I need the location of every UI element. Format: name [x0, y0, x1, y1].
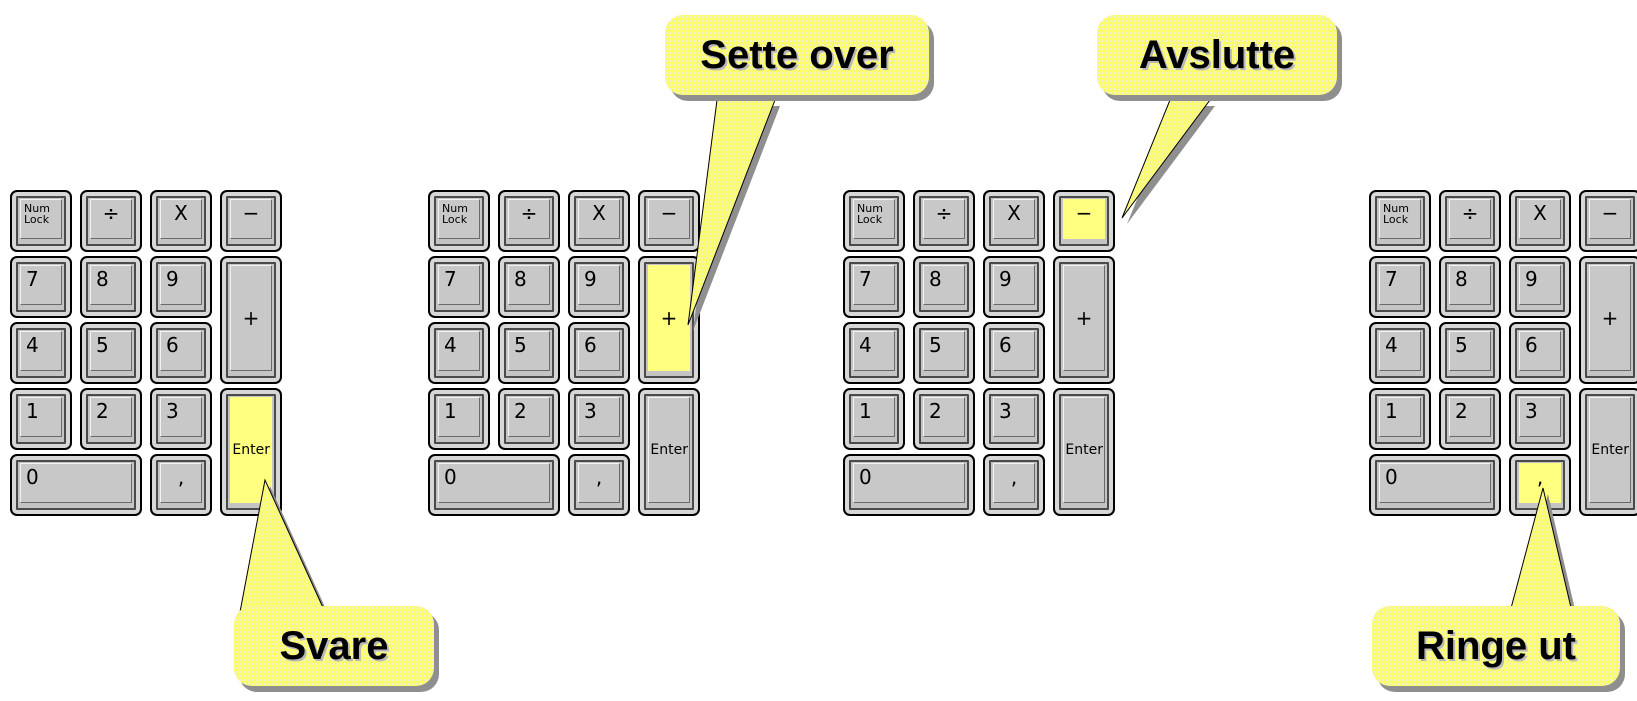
- avslutte-pointer: [1121, 99, 1211, 219]
- sette-over-pointer: [687, 99, 776, 326]
- callout-ringe-ut: Ringe ut: [1372, 606, 1620, 686]
- callout-avslutte: Avslutte: [1097, 15, 1337, 95]
- callout-svare-label: Svare: [279, 623, 389, 668]
- callout-sette-over: Sette over: [665, 15, 929, 95]
- callout-avslutte-label: Avslutte: [1138, 32, 1296, 77]
- callout-sette-over-label: Sette over: [700, 32, 894, 77]
- svare-pointer: [239, 478, 326, 613]
- callout-pointers: [239, 99, 1577, 618]
- ringe-ut-pointer: [1509, 487, 1573, 613]
- callout-ringe-ut-label: Ringe ut: [1416, 623, 1576, 668]
- callout-svare: Svare: [234, 606, 434, 686]
